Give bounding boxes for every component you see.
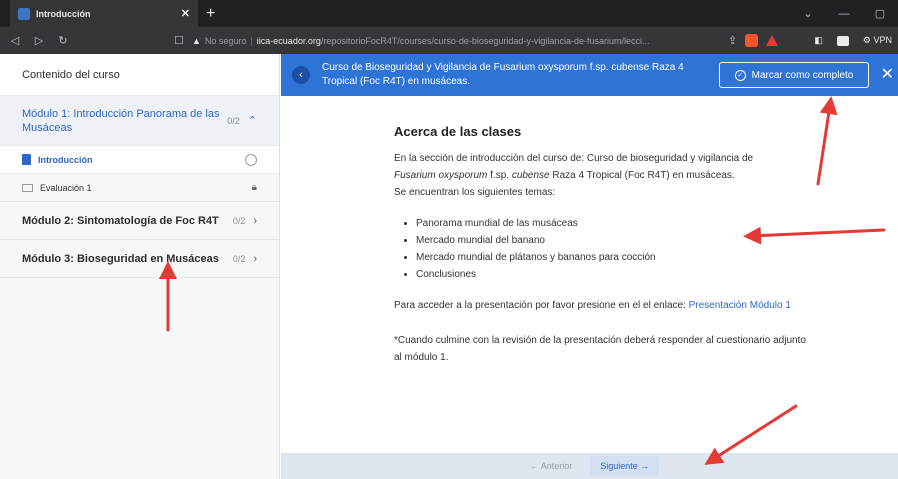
url-path: /repositorioFocR4T/courses/curso-de-bios… xyxy=(320,35,650,46)
intro-italic-1: Fusarium oxysporum xyxy=(394,170,488,181)
toolbar-right: ◧ ⚙ VPN xyxy=(814,27,892,54)
close-icon[interactable]: ✕ xyxy=(881,64,894,84)
lesson-left: Introducción xyxy=(22,154,93,165)
intro-text-3: Raza 4 Tropical (Foc R4T) en musáceas. xyxy=(549,170,735,181)
list-item: Conclusiones xyxy=(416,266,814,283)
window-controls: ⌄ — ▢ xyxy=(790,0,898,27)
warning-icon: ▲ xyxy=(192,35,201,46)
address-icons: ⇪ xyxy=(728,34,779,47)
lesson-label: Evaluación 1 xyxy=(40,182,92,193)
next-button[interactable]: Siguiente → xyxy=(590,456,660,476)
vpn-label: VPN xyxy=(873,35,892,45)
lesson-content: Acerca de las clases En la sección de in… xyxy=(281,96,898,453)
bookmark-icon[interactable]: ☐ xyxy=(172,34,186,47)
check-circle-icon: ✓ xyxy=(734,69,746,81)
mark-complete-label: Marcar como completo xyxy=(751,69,854,81)
sidebar-header: Contenido del curso xyxy=(0,54,279,96)
access-paragraph: Para acceder a la presentación por favor… xyxy=(394,297,814,314)
brave-rewards-icon[interactable] xyxy=(766,35,779,46)
module-2-header[interactable]: Módulo 2: Sintomatología de Foc R4T 0/2 … xyxy=(0,202,279,240)
forward-icon[interactable]: ▷ xyxy=(30,34,48,47)
intro-paragraph: En la sección de introducción del curso … xyxy=(394,150,814,201)
reload-icon[interactable]: ↻ xyxy=(54,34,72,47)
lesson-label: Introducción xyxy=(38,154,93,165)
intro-italic-2: cubense xyxy=(511,170,550,181)
note-paragraph: *Cuando culmine con la revisión de la pr… xyxy=(394,335,806,363)
url-warning: No seguro xyxy=(204,35,247,46)
lesson-heading: Acerca de las clases xyxy=(394,124,522,139)
tab-search-icon[interactable]: ⌄ xyxy=(790,7,826,20)
previous-button[interactable]: ← Anterior xyxy=(520,456,583,476)
browser-tab[interactable]: Introducción ✕ xyxy=(10,0,198,27)
document-icon xyxy=(22,154,31,165)
module-title: Módulo 3: Bioseguridad en Musáceas xyxy=(22,252,219,265)
presentation-link[interactable]: Presentación Módulo 1 xyxy=(689,300,791,311)
lesson-introduccion[interactable]: Introducción xyxy=(0,146,279,174)
address-bar[interactable]: ▲ No seguro | iica-ecuador.org /reposito… xyxy=(192,36,722,46)
intro-text-2: f.sp. xyxy=(487,170,512,181)
course-sidebar: Contenido del curso Módulo 1: Introducci… xyxy=(0,54,280,479)
course-topbar: ‹ Curso de Bioseguridad y Vigilancia de … xyxy=(281,54,898,96)
tab-title: Introducción xyxy=(36,8,91,19)
lock-icon: 🔒︎ xyxy=(251,182,257,193)
url-separator: | xyxy=(250,35,253,46)
module-3-header[interactable]: Módulo 3: Bioseguridad en Musáceas 0/2 › xyxy=(0,240,279,278)
lesson-footer: ← Anterior Siguiente → xyxy=(281,453,898,479)
list-item: Panorama mundial de las musáceas xyxy=(416,215,814,232)
wallet-icon[interactable] xyxy=(836,35,849,46)
tab-close-icon[interactable]: ✕ xyxy=(181,7,190,20)
collapse-sidebar-button[interactable]: ‹ xyxy=(292,66,310,84)
share-icon[interactable]: ⇪ xyxy=(728,34,737,47)
maximize-icon[interactable]: ▢ xyxy=(862,7,898,20)
list-item: Mercado mundial del banano xyxy=(416,232,814,249)
incomplete-circle-icon xyxy=(245,153,257,166)
back-icon[interactable]: ◁ xyxy=(6,34,24,47)
intro-text-1: En la sección de introducción del curso … xyxy=(394,153,754,164)
minimize-icon[interactable]: — xyxy=(826,8,862,20)
brave-shield-icon[interactable] xyxy=(745,34,759,47)
sidebar-toggle-icon[interactable]: ◧ xyxy=(814,35,823,46)
lesson-evaluacion-1[interactable]: Evaluación 1 🔒︎ xyxy=(0,174,279,202)
lesson-left: Evaluación 1 xyxy=(22,183,92,193)
module-title: Módulo 2: Sintomatología de Foc R4T xyxy=(22,214,219,227)
list-item: Mercado mundial de plátanos y bananos pa… xyxy=(416,249,814,266)
module-title: Módulo 1: Introducción Panorama de las M… xyxy=(22,107,220,134)
module-1-header[interactable]: Módulo 1: Introducción Panorama de las M… xyxy=(0,96,279,146)
chevron-right-icon: › xyxy=(253,214,257,227)
browser-toolbar: ◁ ▷ ↻ ☐ ▲ No seguro | iica-ecuador.org /… xyxy=(0,27,898,54)
module-meta: 0/2 › xyxy=(233,215,257,227)
quiz-icon xyxy=(22,183,33,192)
url-domain: iica-ecuador.org xyxy=(256,35,321,46)
access-text: Para acceder a la presentación por favor… xyxy=(394,300,689,311)
browser-titlebar: Introducción ✕ + ⌄ — ▢ xyxy=(0,0,898,27)
chevron-right-icon: › xyxy=(253,252,257,265)
module-meta: 0/2 ⌃ xyxy=(227,114,257,127)
module-progress: 0/2 xyxy=(227,115,240,126)
lesson-body: Acerca de las clases En la sección de in… xyxy=(394,96,814,366)
mark-complete-button[interactable]: ✓ Marcar como completo xyxy=(719,62,869,88)
course-title: Curso de Bioseguridad y Vigilancia de Fu… xyxy=(322,62,684,87)
new-tab-icon[interactable]: + xyxy=(206,5,215,23)
module-progress: 0/2 xyxy=(232,253,246,264)
module-meta: 0/2 › xyxy=(233,253,257,265)
tab-favicon-icon xyxy=(18,7,30,20)
intro-text-4: Se encuentran los siguientes temas: xyxy=(394,187,556,198)
topic-list: Panorama mundial de las musáceas Mercado… xyxy=(416,215,814,283)
chevron-up-icon: ⌃ xyxy=(247,115,257,127)
module-progress: 0/2 xyxy=(232,215,246,226)
vpn-button[interactable]: ⚙ VPN xyxy=(863,35,892,46)
